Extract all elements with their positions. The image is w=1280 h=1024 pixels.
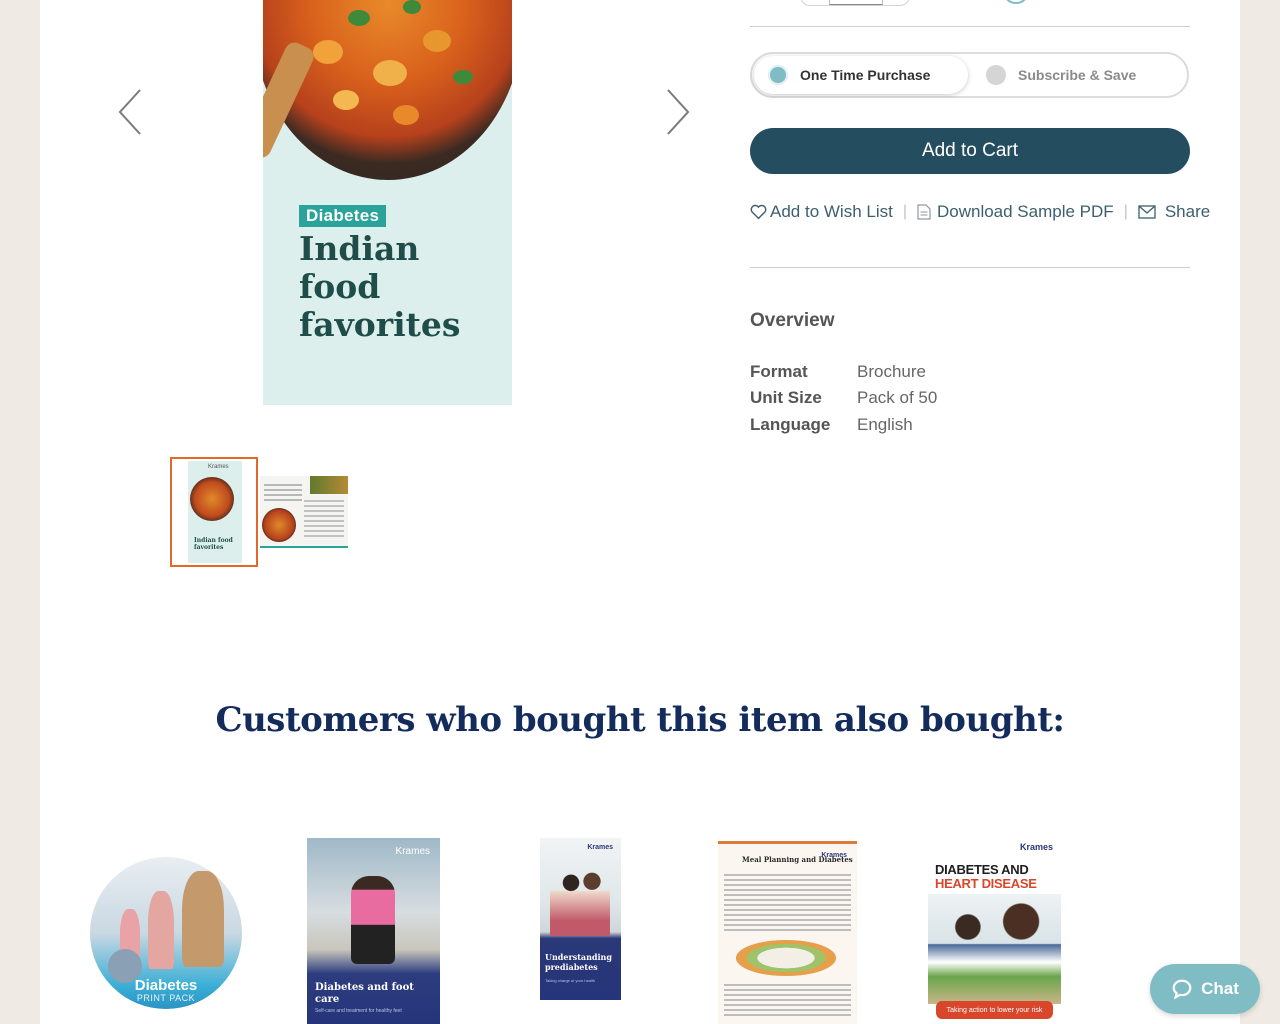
recommended-product-understanding-prediabetes[interactable]: Krames Understanding prediabetes Taking … bbox=[540, 838, 621, 1000]
spec-label: Language bbox=[750, 415, 831, 434]
product-brand: Krames bbox=[821, 852, 847, 859]
product-brand: Krames bbox=[395, 846, 430, 857]
heart-icon bbox=[750, 204, 767, 220]
thumbnail-cover-image: Krames Indian food favorites bbox=[188, 461, 242, 563]
product-title-line2: HEART DISEASE bbox=[935, 876, 1037, 891]
thumbnail-pan-photo bbox=[262, 508, 296, 542]
add-to-wishlist-link[interactable]: Add to Wish List bbox=[750, 202, 893, 222]
recommended-product-meal-planning[interactable]: Meal Planning and Diabetes Krames bbox=[718, 841, 857, 1024]
action-separator: | bbox=[902, 203, 907, 220]
document-icon bbox=[917, 204, 931, 220]
product-title: Understanding prediabetes bbox=[545, 952, 612, 972]
chevron-left-icon bbox=[118, 89, 141, 135]
radio-selected-icon bbox=[768, 65, 788, 85]
product-subtitle: PRINT PACK bbox=[136, 993, 196, 1003]
product-photo bbox=[351, 876, 395, 964]
product-text-lines bbox=[724, 984, 851, 1019]
spec-row-unit-size: Unit Size Pack of 50 bbox=[750, 388, 1050, 412]
radio-unselected-icon bbox=[986, 65, 1006, 85]
subscribe-save-label: Subscribe & Save bbox=[1018, 67, 1137, 83]
product-brand: Krames bbox=[587, 844, 613, 851]
download-sample-pdf-label: Download Sample PDF bbox=[936, 202, 1114, 221]
chat-button[interactable]: Chat bbox=[1150, 964, 1260, 1014]
product-page: Diabetes Indian food favorites Krames In… bbox=[40, 0, 1240, 1024]
product-title: Diabetes bbox=[134, 977, 198, 994]
quantity-stepper[interactable] bbox=[800, 0, 910, 6]
subscribe-save-option[interactable]: Subscribe & Save bbox=[972, 56, 1182, 94]
envelope-icon bbox=[1138, 205, 1156, 219]
product-subtitle: Self-care and treatment for healthy feet bbox=[315, 1008, 402, 1014]
recommended-product-diabetes-foot-care[interactable]: Krames Diabetes and foot care Self-care … bbox=[307, 838, 440, 1024]
product-main-image: Diabetes Indian food favorites bbox=[263, 0, 512, 405]
purchase-type-toggle: One Time Purchase Subscribe & Save bbox=[750, 52, 1189, 98]
product-photo bbox=[550, 860, 610, 936]
thumbnail-title: Indian food favorites bbox=[194, 537, 233, 551]
quantity-field[interactable] bbox=[829, 0, 883, 5]
add-to-wishlist-label: Add to Wish List bbox=[770, 202, 893, 221]
previous-image-arrow[interactable] bbox=[110, 82, 150, 142]
one-time-purchase-label: One Time Purchase bbox=[800, 67, 931, 83]
product-photo bbox=[928, 894, 1061, 1004]
thumbnail-text-lines bbox=[264, 484, 302, 504]
divider-top bbox=[750, 26, 1190, 27]
info-icon[interactable] bbox=[1004, 0, 1028, 4]
product-brand: Krames bbox=[1019, 842, 1053, 852]
share-link[interactable]: Share bbox=[1138, 202, 1210, 222]
recommendations-heading: Customers who bought this item also boug… bbox=[215, 700, 1065, 740]
download-sample-pdf-link[interactable]: Download Sample PDF bbox=[917, 202, 1114, 222]
thumbnail-pan bbox=[190, 477, 234, 521]
add-to-cart-button[interactable]: Add to Cart bbox=[750, 128, 1190, 174]
product-title-line1: DIABETES AND bbox=[935, 862, 1029, 877]
figure-illustration bbox=[148, 891, 174, 969]
chat-bubble-icon bbox=[1172, 979, 1192, 1000]
cover-title: Indian food favorites bbox=[299, 229, 461, 344]
cover-tag: Diabetes bbox=[299, 205, 387, 227]
recommended-product-diabetes-heart-disease[interactable]: Krames DIABETES AND HEART DISEASE Taking… bbox=[928, 838, 1061, 1024]
spec-label: Unit Size bbox=[750, 388, 822, 407]
spec-row-language: Language English bbox=[750, 415, 1050, 439]
action-separator: | bbox=[1123, 203, 1128, 220]
figure-illustration bbox=[182, 871, 224, 967]
product-text-lines bbox=[724, 874, 851, 934]
spec-value: Pack of 50 bbox=[857, 388, 938, 407]
one-time-purchase-option[interactable]: One Time Purchase bbox=[754, 56, 968, 94]
spec-value: Brochure bbox=[857, 362, 926, 381]
share-label: Share bbox=[1164, 202, 1211, 221]
chevron-right-icon bbox=[667, 89, 690, 135]
product-actions: Add to Wish List | Download Sample PDF |… bbox=[750, 200, 1210, 224]
thumbnail-text-column bbox=[304, 500, 344, 540]
recommended-product-diabetes-print-pack[interactable]: Diabetes PRINT PACK bbox=[90, 857, 242, 1009]
product-title: Diabetes and foot care bbox=[315, 982, 414, 1005]
overview-title: Overview bbox=[750, 310, 835, 331]
next-image-arrow[interactable] bbox=[658, 82, 698, 142]
food-pan-illustration bbox=[263, 0, 512, 180]
plate-illustration bbox=[736, 940, 836, 976]
product-banner: Taking action to lower your risk bbox=[936, 1001, 1053, 1019]
spec-label: Format bbox=[750, 362, 808, 381]
chat-label: Chat bbox=[1201, 979, 1239, 998]
product-subtitle: Taking charge of your health bbox=[545, 978, 596, 983]
thumbnail-cover[interactable]: Krames Indian food favorites bbox=[170, 457, 258, 567]
spec-value: English bbox=[857, 415, 913, 434]
thumbnail-brand: Krames bbox=[208, 464, 229, 470]
divider-bottom bbox=[750, 267, 1190, 268]
thumbnail-inside-spread[interactable] bbox=[260, 476, 348, 548]
spec-row-format: Format Brochure bbox=[750, 362, 1050, 386]
thumbnail-food-photo bbox=[310, 476, 348, 494]
